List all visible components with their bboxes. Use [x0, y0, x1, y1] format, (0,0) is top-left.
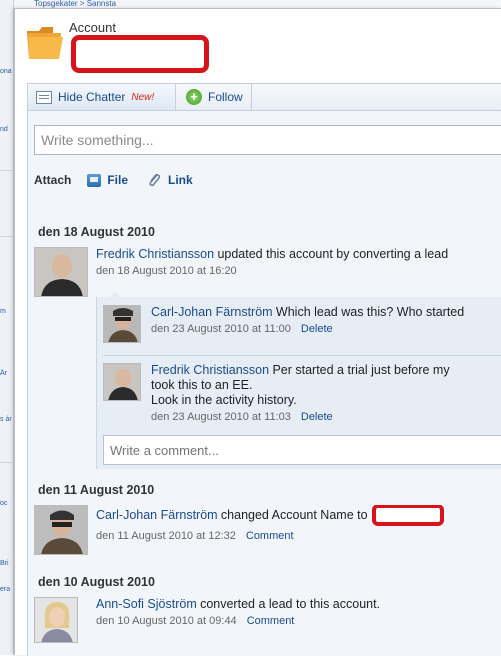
avatar — [34, 247, 88, 297]
new-badge: New! — [131, 91, 155, 103]
post-text: converted a lead to this account. — [200, 597, 381, 611]
link-label: Link — [168, 173, 193, 187]
feed-date-header: den 11 August 2010 — [38, 483, 155, 497]
post-author-link[interactable]: Ann-Sofi Sjöström — [96, 597, 197, 611]
background-fragment: s ár — [0, 416, 12, 423]
comment-text: Per started a trial just before my — [272, 363, 450, 377]
background-fragment: oc — [0, 500, 8, 507]
delete-comment-link[interactable]: Delete — [301, 323, 333, 335]
post-timestamp: den 11 August 2010 at 12:32 — [96, 530, 236, 542]
paperclip-icon — [149, 173, 161, 187]
comment-text: took this to an EE. — [151, 378, 253, 392]
attach-row: Attach File Link — [34, 173, 211, 187]
avatar — [103, 363, 141, 401]
chatter-feed: Attach File Link den 18 August 2010 — [27, 111, 501, 656]
redacted-account-name — [371, 505, 444, 526]
comment-text: Look in the activity history. — [151, 393, 297, 407]
redacted-account-name — [71, 35, 209, 73]
background-page-strip: ona nd m Är s ár oc Bri era — [0, 0, 14, 655]
comment-link[interactable]: Comment — [246, 530, 294, 542]
post-timestamp: den 10 August 2010 at 09:44 — [96, 615, 237, 627]
folder-icon — [27, 27, 63, 59]
background-fragment: m — [0, 308, 6, 315]
plus-icon: + — [186, 89, 202, 105]
attach-label: Attach — [34, 173, 72, 187]
chatter-icon — [36, 90, 52, 104]
delete-comment-link[interactable]: Delete — [301, 411, 333, 423]
comment-text: Which lead was this? Who started — [275, 305, 465, 319]
follow-label: Follow — [208, 90, 243, 104]
comment-author-link[interactable]: Fredrik Christiansson — [151, 363, 269, 377]
feed-date-header: den 10 August 2010 — [38, 575, 155, 589]
background-fragment: era — [0, 586, 11, 593]
account-chatter-panel: Account Hide Chatter New! + Follow Attac… — [14, 8, 501, 656]
hide-chatter-label: Hide Chatter — [58, 90, 126, 104]
post-text: changed Account Name to — [220, 508, 368, 523]
write-something-input[interactable] — [34, 125, 501, 155]
avatar — [34, 505, 88, 555]
write-comment-input[interactable] — [103, 435, 501, 465]
hide-chatter-button[interactable]: Hide Chatter New! — [28, 84, 176, 110]
comment-link[interactable]: Comment — [247, 615, 295, 627]
attach-link-button[interactable]: Link — [146, 173, 193, 187]
background-fragment: ona — [0, 68, 12, 75]
account-label: Account — [69, 20, 116, 35]
background-fragment: Bri — [0, 560, 9, 567]
comment-author-link[interactable]: Carl-Johan Färnström — [151, 305, 273, 319]
background-fragment: Är — [0, 370, 7, 377]
feed-post: Carl-Johan Färnström changed Account Nam… — [34, 505, 501, 561]
feed-date-header: den 18 August 2010 — [38, 225, 155, 239]
post-timestamp: den 18 August 2010 at 16:20 — [96, 265, 237, 277]
comment-item: Carl-Johan Färnström Which lead was this… — [103, 305, 501, 349]
file-icon — [87, 173, 102, 187]
background-fragment: nd — [0, 126, 8, 133]
comment-item: Fredrik Christiansson Per started a tria… — [103, 363, 501, 427]
comment-timestamp: den 23 August 2010 at 11:00 — [151, 323, 291, 335]
comment-timestamp: den 23 August 2010 at 11:03 — [151, 411, 291, 423]
post-author-link[interactable]: Fredrik Christiansson — [96, 247, 214, 261]
background-breadcrumb: Topsgekater > Sannsta — [34, 0, 117, 8]
comment-divider — [103, 355, 501, 356]
chatter-toolbar: Hide Chatter New! + Follow — [27, 83, 501, 111]
attach-file-button[interactable]: File — [87, 173, 128, 187]
post-author-link[interactable]: Carl-Johan Färnström — [96, 508, 218, 522]
feed-post: Ann-Sofi Sjöström converted a lead to th… — [34, 597, 501, 651]
follow-button[interactable]: + Follow — [178, 84, 252, 110]
avatar — [103, 305, 141, 343]
comment-thread: Carl-Johan Färnström Which lead was this… — [96, 291, 501, 469]
avatar — [34, 597, 78, 643]
file-label: File — [107, 173, 129, 187]
post-text: updated this account by converting a lea… — [217, 247, 449, 261]
